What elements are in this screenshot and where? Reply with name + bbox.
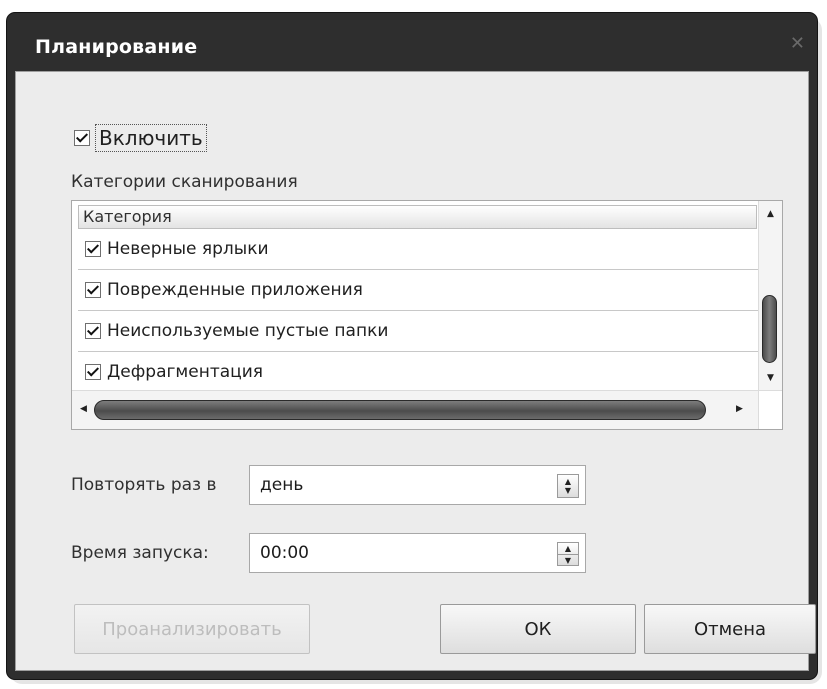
enable-checkbox-label[interactable]: Включить [95, 124, 207, 152]
item-checkbox[interactable] [85, 323, 101, 339]
repeat-value: день [260, 475, 304, 495]
stepper-down-icon[interactable]: ▼ [558, 555, 578, 566]
list-item[interactable]: Дефрагментация [78, 352, 758, 393]
vertical-scroll-thumb[interactable] [762, 295, 777, 363]
repeat-label: Повторять раз в [71, 475, 217, 495]
item-label: Поврежденные приложения [107, 280, 363, 300]
ok-button[interactable]: ОК [440, 604, 636, 654]
item-label: Неиспользуемые пустые папки [107, 321, 389, 341]
item-label: Дефрагментация [107, 362, 263, 382]
time-stepper[interactable]: ▲ ▼ [557, 542, 579, 566]
dialog-title: Планирование [35, 36, 198, 58]
item-checkbox[interactable] [85, 241, 101, 257]
list-item[interactable]: Неиспользуемые пустые папки [78, 311, 758, 352]
scroll-up-arrow-icon[interactable]: ▲ [767, 209, 774, 219]
repeat-select[interactable]: день ▲ ▼ [249, 465, 586, 505]
column-header-category[interactable]: Категория [78, 205, 757, 229]
start-time-label: Время запуска: [71, 543, 209, 563]
start-time-value: 00:00 [260, 543, 309, 563]
horizontal-scrollbar[interactable]: ◀ ▶ [72, 390, 760, 429]
categories-list: Категория Неверные ярлыки Поврежденные п… [71, 200, 783, 430]
cancel-button[interactable]: Отмена [644, 604, 816, 654]
item-label: Неверные ярлыки [107, 239, 269, 259]
item-checkbox[interactable] [85, 282, 101, 298]
start-time-input[interactable]: 00:00 ▲ ▼ [249, 533, 586, 573]
scroll-down-arrow-icon[interactable]: ▼ [767, 373, 774, 383]
close-icon[interactable]: ✕ [790, 33, 805, 54]
scheduling-dialog: Планирование ✕ Включить Категории сканир… [6, 12, 818, 680]
item-checkbox[interactable] [85, 364, 101, 380]
repeat-dropdown-icon[interactable]: ▲ ▼ [557, 474, 579, 498]
vertical-scrollbar[interactable]: ▲ ▼ [758, 201, 782, 391]
stepper-up-icon[interactable]: ▲ [558, 543, 578, 555]
horizontal-scroll-thumb[interactable] [94, 400, 706, 420]
scan-categories-label: Категории сканирования [71, 172, 298, 192]
list-item[interactable]: Неверные ярлыки [78, 229, 758, 270]
analyze-button[interactable]: Проанализировать [74, 604, 310, 654]
dialog-body: Включить Категории сканирования Категори… [15, 71, 816, 671]
enable-checkbox[interactable]: Включить [74, 123, 207, 153]
category-rows: Неверные ярлыки Поврежденные приложения … [78, 229, 758, 393]
list-item[interactable]: Поврежденные приложения [78, 270, 758, 311]
enable-checkbox-box[interactable] [74, 130, 90, 146]
scrollbar-corner [758, 390, 782, 429]
scroll-right-arrow-icon[interactable]: ▶ [736, 404, 743, 414]
title-bar[interactable]: Планирование ✕ [7, 13, 817, 71]
scroll-left-arrow-icon[interactable]: ◀ [80, 404, 87, 414]
